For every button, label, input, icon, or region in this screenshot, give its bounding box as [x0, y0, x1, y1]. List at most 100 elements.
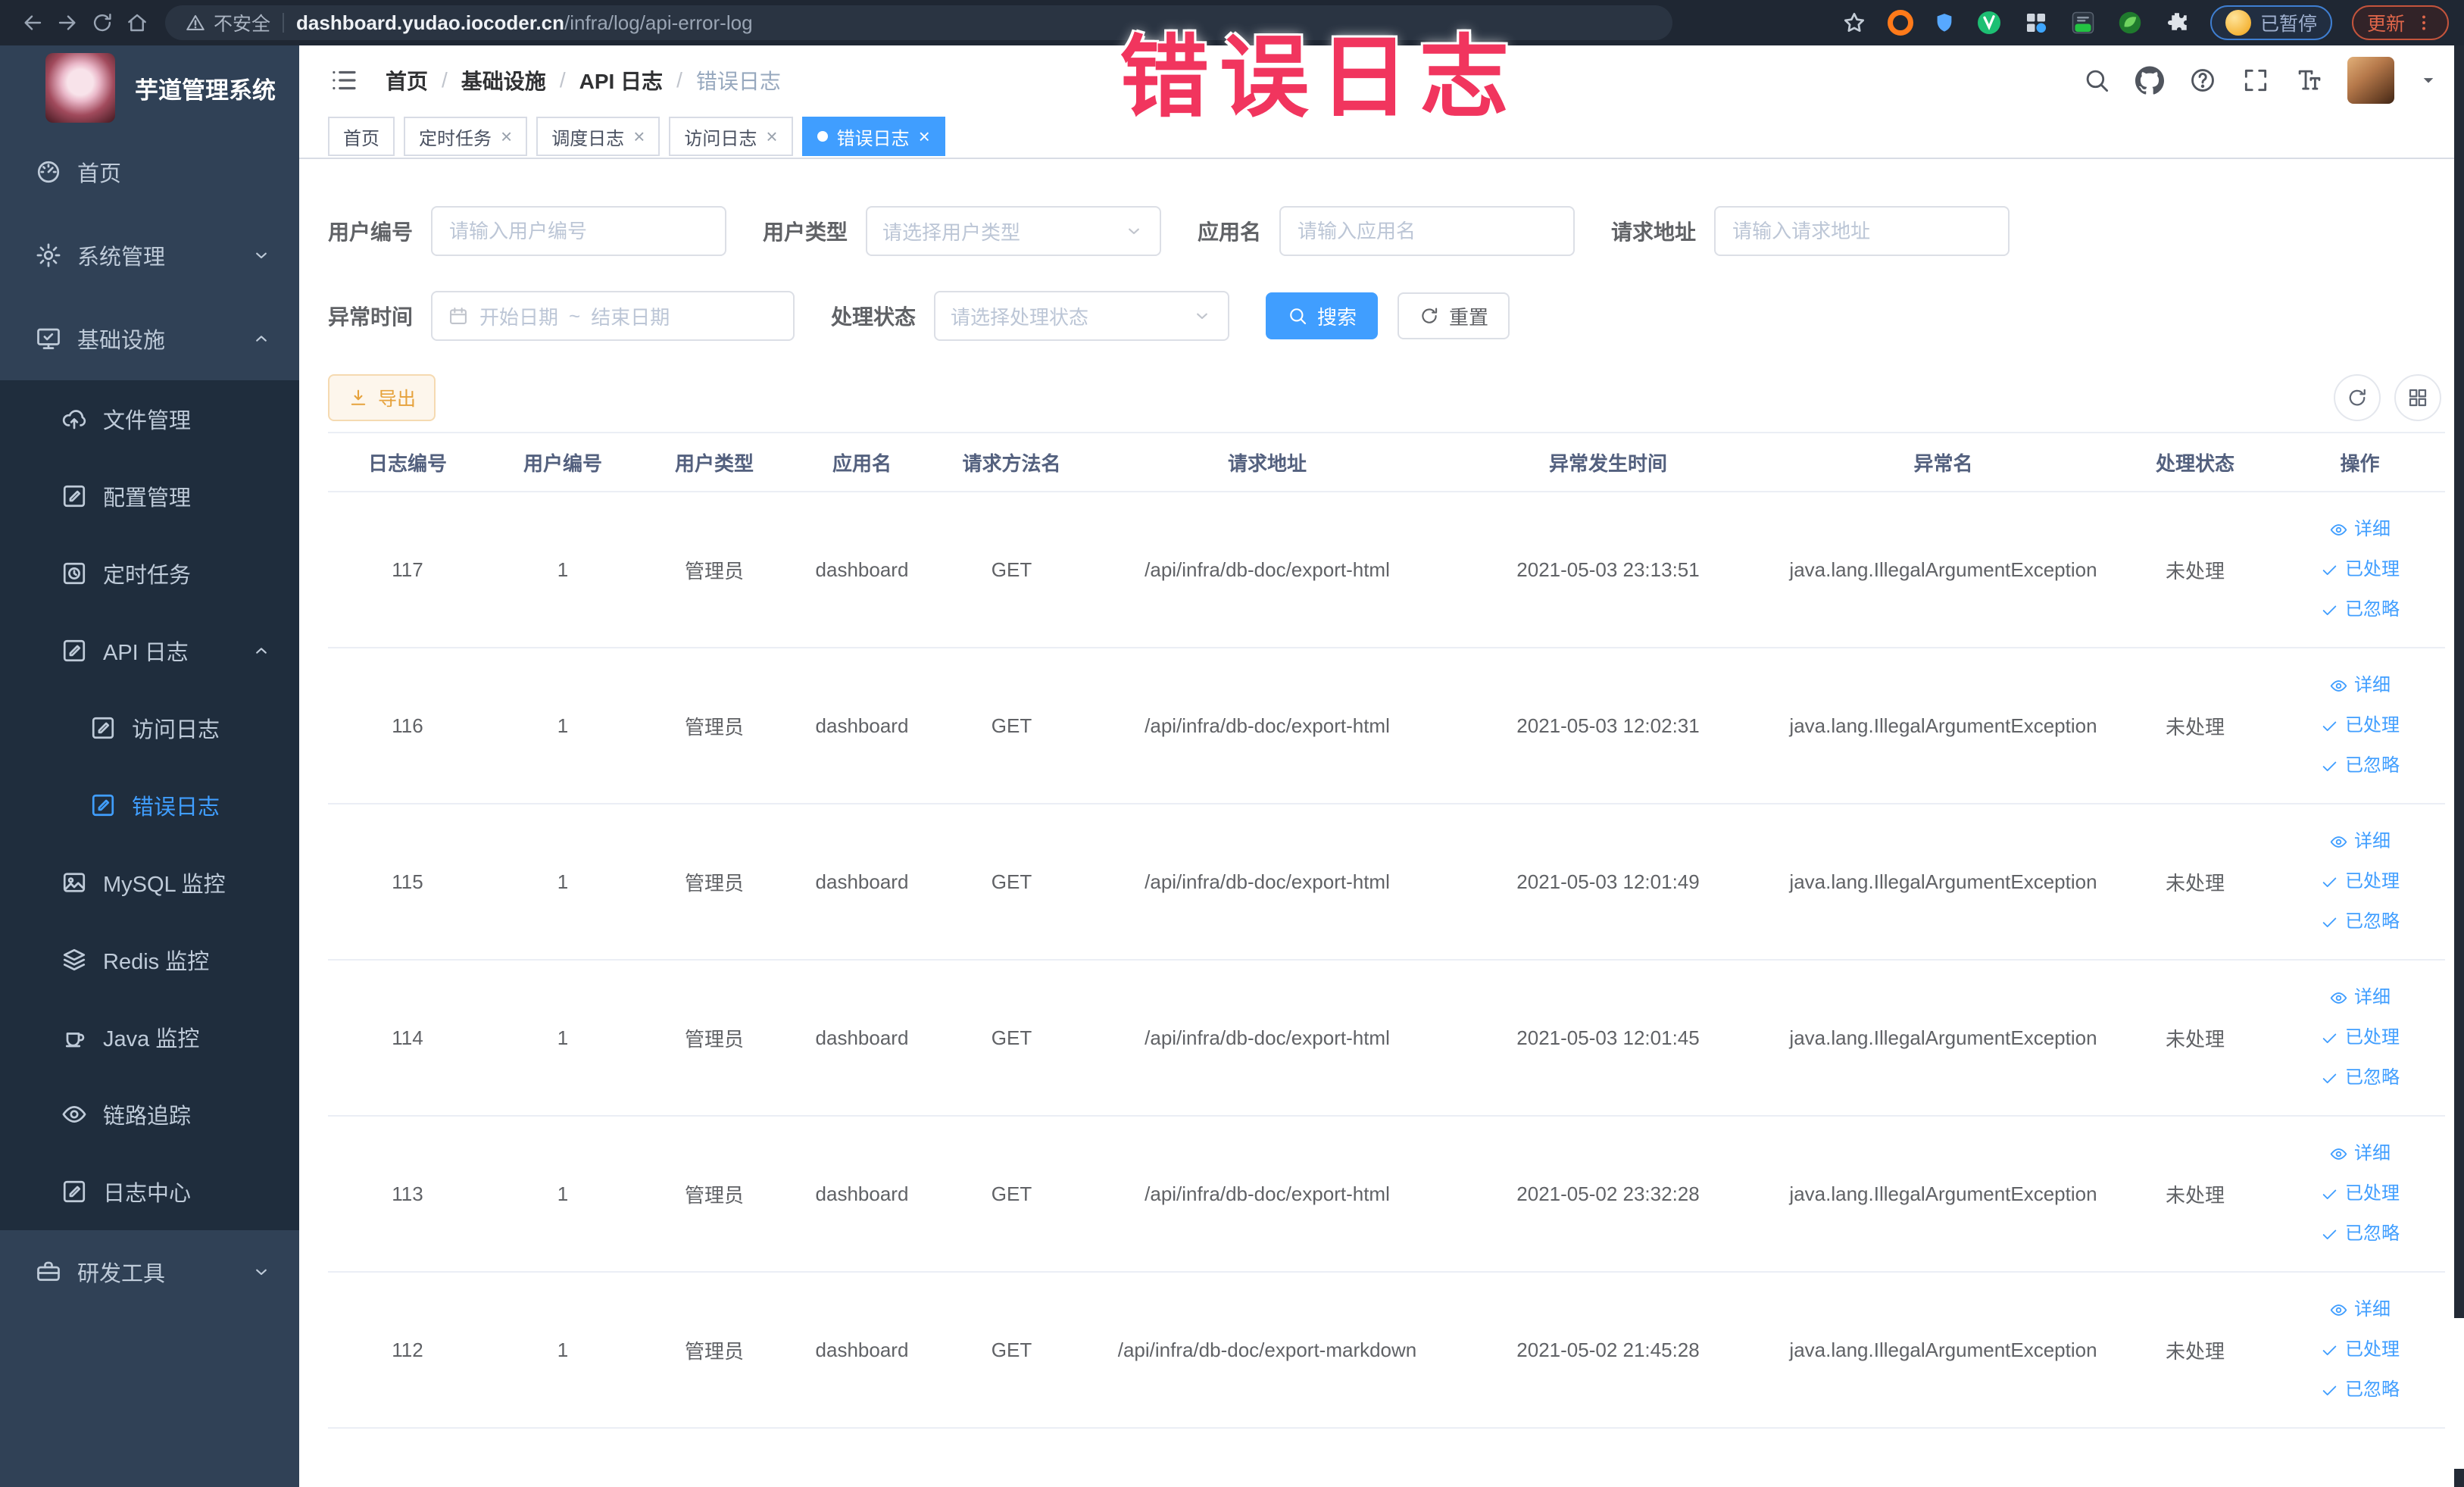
- browser-menu-dots-icon[interactable]: [2414, 13, 2434, 33]
- mark-ignored-link[interactable]: 已忽略: [2279, 1069, 2441, 1088]
- user-type-select[interactable]: 请选择用户类型: [866, 206, 1162, 256]
- user-avatar[interactable]: [2347, 57, 2394, 104]
- tab-close-icon[interactable]: ×: [501, 127, 512, 146]
- tab-close-icon[interactable]: ×: [919, 127, 930, 146]
- mark-processed-link[interactable]: 已处理: [2279, 1341, 2441, 1360]
- sidebar-item-3[interactable]: 文件管理: [0, 380, 299, 458]
- sidebar-item-2[interactable]: 基础设施: [0, 297, 299, 380]
- avatar-caret-icon[interactable]: [2419, 70, 2438, 90]
- sidebar-item-9[interactable]: MySQL 监控: [0, 844, 299, 921]
- check-icon: [2320, 873, 2339, 892]
- user-id-input[interactable]: [431, 206, 727, 256]
- font-size-icon[interactable]: [2294, 66, 2323, 95]
- sidebar-item-13[interactable]: 日志中心: [0, 1153, 299, 1230]
- user-type-label: 用户类型: [763, 220, 848, 244]
- sidebar-item-0[interactable]: 首页: [0, 130, 299, 214]
- browser-reload-icon[interactable]: [85, 5, 120, 40]
- table-row-4: 113 1 管理员 dashboard GET/api/infra/db-doc/exp…: [328, 1116, 2445, 1273]
- column-settings-button[interactable]: [2394, 374, 2441, 421]
- check-icon: [2320, 757, 2339, 776]
- cell-url: /api/infra/db-doc/export-markdown: [1089, 1272, 1445, 1429]
- reset-button[interactable]: 重置: [1398, 292, 1510, 339]
- mark-ignored-link[interactable]: 已忽略: [2279, 757, 2441, 776]
- detail-link[interactable]: 详细: [2279, 833, 2441, 851]
- sidebar-item-7[interactable]: 访问日志: [0, 689, 299, 767]
- filter-error-time: 异常时间 开始日期 ~ 结束日期: [328, 291, 795, 341]
- mark-processed-link[interactable]: 已处理: [2279, 1185, 2441, 1204]
- user-type-placeholder: 请选择用户类型: [882, 220, 1021, 244]
- github-icon[interactable]: [2135, 66, 2164, 95]
- help-icon[interactable]: [2188, 66, 2217, 95]
- breadcrumb-item-2[interactable]: API 日志: [579, 65, 663, 95]
- header-actions: [2082, 57, 2438, 104]
- sidebar-item-label: 配置管理: [103, 486, 192, 511]
- column-header-2: 用户类型: [639, 432, 790, 492]
- export-button[interactable]: 导出: [328, 374, 436, 421]
- column-header-9: 操作: [2275, 432, 2445, 492]
- mark-processed-link[interactable]: 已处理: [2279, 561, 2441, 579]
- mark-ignored-link[interactable]: 已忽略: [2279, 1381, 2441, 1400]
- page-scrollbar-thumb[interactable]: [2454, 45, 2464, 1318]
- extension-leaf-icon[interactable]: [2116, 9, 2144, 36]
- mark-ignored-link[interactable]: 已忽略: [2279, 601, 2441, 620]
- sidebar-item-11[interactable]: Java 监控: [0, 998, 299, 1076]
- browser-forward-icon[interactable]: [50, 5, 85, 40]
- tab-3[interactable]: 访问日志 ×: [669, 117, 793, 156]
- breadcrumb-item-3: 错误日志: [695, 70, 781, 93]
- app-logo-row[interactable]: 芋道管理系统: [0, 45, 299, 130]
- search-icon[interactable]: [2082, 66, 2111, 95]
- sidebar-item-1[interactable]: 系统管理: [0, 214, 299, 297]
- search-button[interactable]: 搜索: [1266, 292, 1379, 339]
- breadcrumb-item-0[interactable]: 首页: [386, 65, 428, 95]
- mark-processed-link[interactable]: 已处理: [2279, 873, 2441, 892]
- detail-link-label: 详细: [2354, 831, 2391, 851]
- tab-close-icon[interactable]: ×: [766, 127, 777, 146]
- app-name-input[interactable]: [1279, 206, 1576, 256]
- tab-close-icon[interactable]: ×: [633, 127, 645, 146]
- hamburger-icon[interactable]: [328, 64, 360, 96]
- browser-back-icon[interactable]: [15, 5, 50, 40]
- tab-4[interactable]: 错误日志 ×: [801, 117, 945, 156]
- sidebar-item-4[interactable]: 配置管理: [0, 458, 299, 535]
- sidebar-item-8[interactable]: 错误日志: [0, 767, 299, 844]
- detail-link[interactable]: 详细: [2279, 1301, 2441, 1320]
- tab-2[interactable]: 调度日志 ×: [536, 117, 661, 156]
- sidebar-item-6[interactable]: API 日志: [0, 612, 299, 689]
- config-icon: [61, 483, 88, 510]
- extension-on-badge-icon[interactable]: [2069, 9, 2097, 36]
- eye-icon: [2329, 833, 2348, 851]
- sidebar-item-12[interactable]: 链路追踪: [0, 1076, 299, 1153]
- refresh-table-button[interactable]: [2334, 374, 2381, 421]
- error-time-range-picker[interactable]: 开始日期 ~ 结束日期: [431, 291, 795, 341]
- mark-processed-link[interactable]: 已处理: [2279, 1029, 2441, 1048]
- detail-link[interactable]: 详细: [2279, 520, 2441, 539]
- browser-update-button[interactable]: 更新: [2351, 5, 2449, 40]
- mark-ignored-link[interactable]: 已忽略: [2279, 1225, 2441, 1244]
- fullscreen-icon[interactable]: [2241, 66, 2270, 95]
- address-bar[interactable]: 不安全 dashboard.yudao.iocoder.cn /infra/lo…: [165, 5, 1672, 40]
- sidebar-item-10[interactable]: Redis 监控: [0, 921, 299, 998]
- mark-processed-link[interactable]: 已处理: [2279, 717, 2441, 736]
- tab-1[interactable]: 定时任务 ×: [404, 117, 528, 156]
- detail-link[interactable]: 详细: [2279, 1145, 2441, 1164]
- sidebar-item-14[interactable]: 研发工具: [0, 1230, 299, 1314]
- breadcrumb-item-1[interactable]: 基础设施: [461, 65, 546, 95]
- extensions-puzzle-icon[interactable]: [2163, 9, 2191, 36]
- extension-v-icon[interactable]: [1975, 9, 2003, 36]
- paused-extension-badge[interactable]: 已暂停: [2209, 5, 2332, 40]
- download-icon: [348, 387, 369, 408]
- detail-link[interactable]: 详细: [2279, 676, 2441, 695]
- request-url-input[interactable]: [1714, 206, 2010, 256]
- detail-link[interactable]: 详细: [2279, 989, 2441, 1007]
- sidebar-item-5[interactable]: 定时任务: [0, 535, 299, 612]
- extension-shield-icon[interactable]: [1933, 10, 1956, 36]
- bookmark-star-icon[interactable]: [1841, 9, 1868, 36]
- cell-actions: 详细 已处理 已忽略: [2275, 804, 2445, 961]
- process-status-select[interactable]: 请选择处理状态: [934, 291, 1230, 341]
- cell-id: 116: [328, 648, 487, 804]
- extension-grid-icon[interactable]: [2022, 9, 2050, 36]
- browser-home-icon[interactable]: [120, 5, 155, 40]
- tab-0[interactable]: 首页: [328, 117, 395, 156]
- extension-orange-icon[interactable]: [1887, 10, 1913, 36]
- mark-ignored-link[interactable]: 已忽略: [2279, 913, 2441, 932]
